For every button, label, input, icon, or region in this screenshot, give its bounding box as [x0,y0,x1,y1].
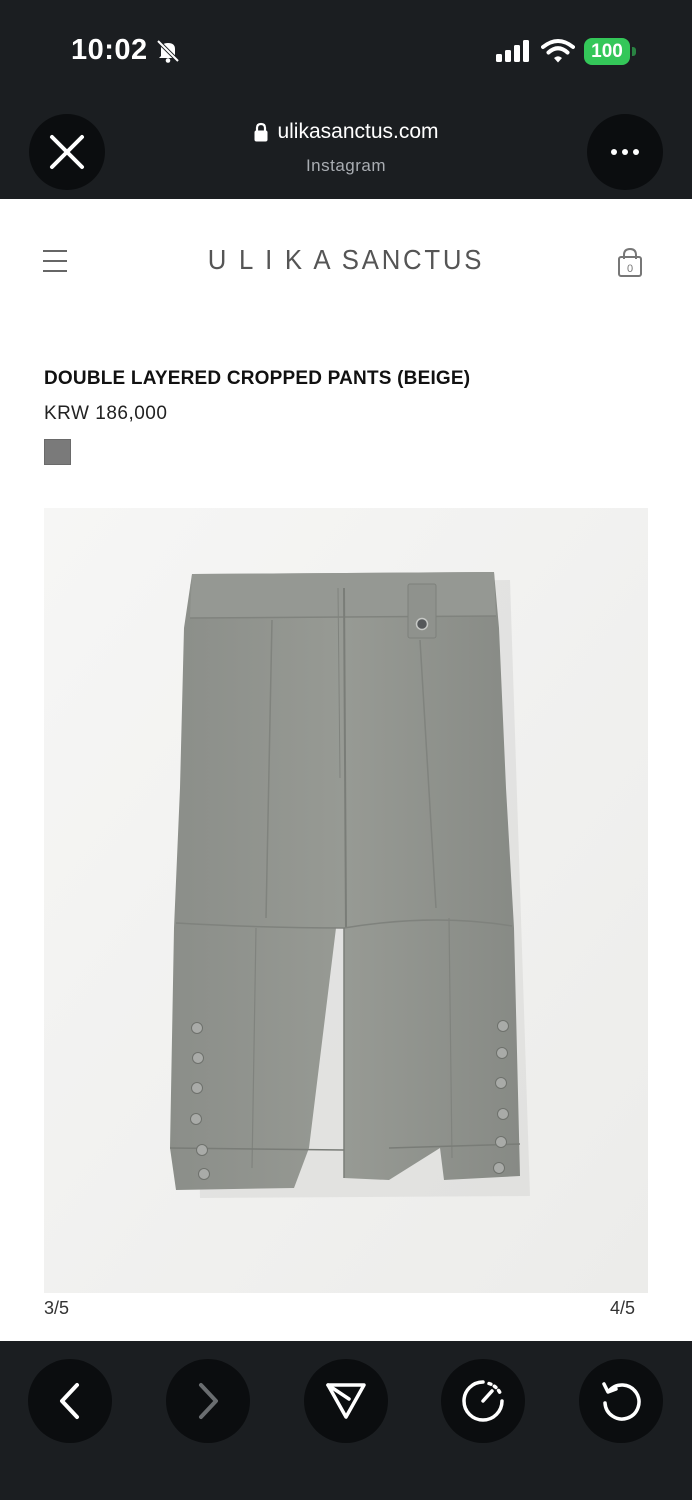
reload-icon [602,1382,641,1421]
more-icon [611,149,639,155]
battery-level: 100 [584,38,630,65]
forward-button[interactable] [166,1359,250,1443]
reload-button[interactable] [579,1359,663,1443]
forward-icon [199,1383,218,1419]
speedometer-icon [462,1380,504,1422]
speed-button[interactable] [441,1359,525,1443]
battery-icon: 100 [584,38,636,65]
product-title: DOUBLE LAYERED CROPPED PANTS (BEIGE) [44,368,471,389]
grey-cropped-pants-photo [44,508,648,1293]
signal-icon [496,40,529,62]
lock-icon [254,122,268,142]
status-time: 10:02 [71,34,148,66]
wifi-icon [541,39,575,63]
share-icon [326,1383,366,1419]
back-icon [60,1383,79,1419]
bell-slash-icon [156,39,180,63]
site-logo[interactable]: U L I K A SANCTUS [28,244,665,276]
product-price: KRW 186,000 [44,403,168,424]
cart-bag-icon[interactable]: 0 [616,248,644,278]
color-swatch[interactable] [44,439,71,465]
url-text: ulikasanctus.com [277,120,439,143]
gallery-counter-left: 3/5 [44,1298,70,1318]
product-image[interactable] [44,508,648,1293]
back-button[interactable] [28,1359,112,1443]
gallery-counter-right: 4/5 [610,1298,636,1318]
more-options-button[interactable] [587,114,663,190]
cart-count: 0 [627,263,633,275]
share-button[interactable] [304,1359,388,1443]
